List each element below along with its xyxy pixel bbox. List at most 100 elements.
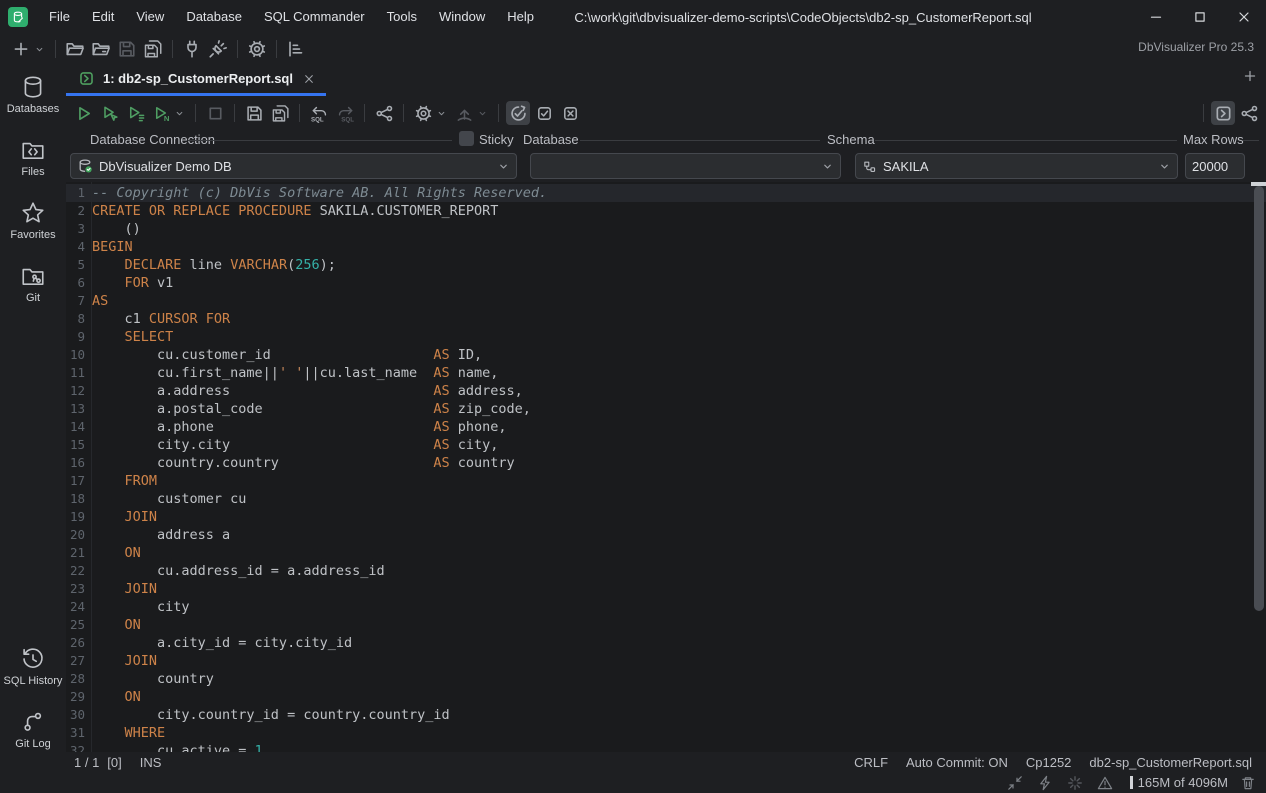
menu-file[interactable]: File [38, 0, 81, 34]
editor-toolbar: N SQL SQL [66, 96, 1266, 130]
app-logo-icon [8, 7, 28, 27]
tab-close-icon[interactable] [302, 72, 316, 86]
execute-current-button[interactable] [97, 101, 121, 125]
menubar: FileEditViewDatabaseSQL CommanderToolsWi… [38, 0, 545, 34]
save-all-button[interactable] [141, 37, 165, 61]
svg-text:SQL: SQL [311, 116, 324, 122]
new-tab-button[interactable] [9, 37, 33, 61]
visualize-button[interactable] [1237, 101, 1261, 125]
sidebar-top-group: Databases Files Favorites Git [2, 70, 64, 322]
chevron-down-icon[interactable] [477, 108, 488, 119]
editor-save-button[interactable] [242, 101, 266, 125]
execute-explain-button[interactable]: N [149, 101, 173, 125]
code-line: 1-- Copyright (c) DbVis Software AB. All… [66, 184, 1252, 202]
app-status-bar: 165M of 4096M [0, 772, 1266, 793]
schema-icon [862, 159, 877, 174]
code-line: 15 city.city AS city, [66, 436, 1252, 454]
code-line: 5 DECLARE line VARCHAR(256); [66, 256, 1252, 274]
line-number: 14 [66, 418, 85, 436]
open-file-button[interactable] [63, 37, 87, 61]
svg-text:N: N [163, 114, 169, 123]
close-button[interactable] [1222, 0, 1266, 34]
max-rows-input[interactable]: 20000 [1185, 153, 1245, 179]
execute-buffer-button[interactable] [123, 101, 147, 125]
schema-select[interactable]: SAKILA [855, 153, 1178, 179]
line-ending: CRLF [854, 755, 888, 770]
window-controls [1134, 0, 1266, 34]
line-number: 21 [66, 544, 85, 562]
execute-button[interactable] [71, 101, 95, 125]
trash-icon[interactable] [1240, 775, 1256, 791]
auto-commit-toggle[interactable] [506, 101, 530, 125]
sidebar-item-git[interactable]: Git [2, 259, 64, 308]
code-line: 18 customer cu [66, 490, 1252, 508]
chevron-down-icon[interactable] [174, 108, 185, 119]
database-select[interactable] [530, 153, 841, 179]
code-line: 23 JOIN [66, 580, 1252, 598]
line-number: 27 [66, 652, 85, 670]
chevron-down-icon [497, 160, 510, 173]
sticky-checkbox[interactable] [459, 131, 474, 146]
sidebar-item-databases[interactable]: Databases [2, 70, 64, 119]
sidebar-item-sql-history[interactable]: SQL History [2, 642, 64, 691]
tab-sql-commander[interactable]: 1: db2-sp_CustomerReport.sql [66, 64, 326, 93]
sql-editor[interactable]: 1-- Copyright (c) DbVis Software AB. All… [66, 182, 1266, 752]
favorites-icon [20, 200, 46, 226]
vertical-scrollbar[interactable] [1254, 186, 1264, 611]
collapse-window-button[interactable] [1007, 775, 1023, 791]
menu-sql-commander[interactable]: SQL Commander [253, 0, 376, 34]
code-line: 26 a.city_id = city.city_id [66, 634, 1252, 652]
line-number: 7 [66, 292, 85, 310]
connect-button[interactable] [180, 37, 204, 61]
editor-toolbar-right [1197, 101, 1266, 125]
stop-button[interactable] [203, 101, 227, 125]
sidebar-item-git-log[interactable]: Git Log [2, 705, 64, 754]
database-label: Database [523, 132, 579, 147]
open-recent-button[interactable] [89, 37, 113, 61]
gitlog-icon [20, 709, 46, 735]
sidebar-item-files[interactable]: Files [2, 133, 64, 182]
encoding[interactable]: Cp1252 [1026, 755, 1072, 770]
disconnect-button[interactable] [206, 37, 230, 61]
code-line: 8 c1 CURSOR FOR [66, 310, 1252, 328]
parameter-button[interactable] [452, 101, 476, 125]
files-icon [20, 137, 46, 163]
alerts-button[interactable] [1097, 775, 1113, 791]
sidebar-item-favorites[interactable]: Favorites [2, 196, 64, 245]
undo-sql-button[interactable]: SQL [307, 101, 331, 125]
commit-button[interactable] [532, 101, 556, 125]
sql-options-button[interactable] [411, 101, 435, 125]
sql-commander-panel-toggle[interactable] [1211, 101, 1235, 125]
editor-save-all-button[interactable] [268, 101, 292, 125]
chevron-down-icon[interactable] [34, 44, 45, 55]
toolbar-separator [234, 104, 235, 122]
line-number: 19 [66, 508, 85, 526]
minimize-button[interactable] [1134, 0, 1178, 34]
rollback-button[interactable] [558, 101, 582, 125]
insert-mode: INS [140, 755, 162, 770]
query-builder-button[interactable] [372, 101, 396, 125]
auto-commit-status[interactable]: Auto Commit: ON [906, 755, 1008, 770]
database-connection-select[interactable]: DbVisualizer Demo DB [70, 153, 517, 179]
menu-view[interactable]: View [125, 0, 175, 34]
toolbar-separator [498, 104, 499, 122]
menu-edit[interactable]: Edit [81, 0, 125, 34]
performance-button[interactable] [1037, 775, 1053, 791]
line-number: 12 [66, 382, 85, 400]
save-button[interactable] [115, 37, 139, 61]
redo-sql-button[interactable]: SQL [333, 101, 357, 125]
databases-icon [20, 74, 46, 100]
memory-gauge [1130, 776, 1133, 789]
tool-properties-button[interactable] [245, 37, 269, 61]
menu-database[interactable]: Database [175, 0, 253, 34]
new-tab-plus-icon[interactable] [1242, 68, 1258, 84]
toolbar-separator [276, 40, 277, 58]
line-number: 18 [66, 490, 85, 508]
dbmonitor-button[interactable] [284, 37, 308, 61]
chevron-down-icon[interactable] [436, 108, 447, 119]
code-line: 30 city.country_id = country.country_id [66, 706, 1252, 724]
dbvisualizer-window: FileEditViewDatabaseSQL CommanderToolsWi… [0, 0, 1266, 793]
maximize-button[interactable] [1178, 0, 1222, 34]
menu-tools[interactable]: Tools [376, 0, 428, 34]
activity-spinner[interactable] [1067, 775, 1083, 791]
